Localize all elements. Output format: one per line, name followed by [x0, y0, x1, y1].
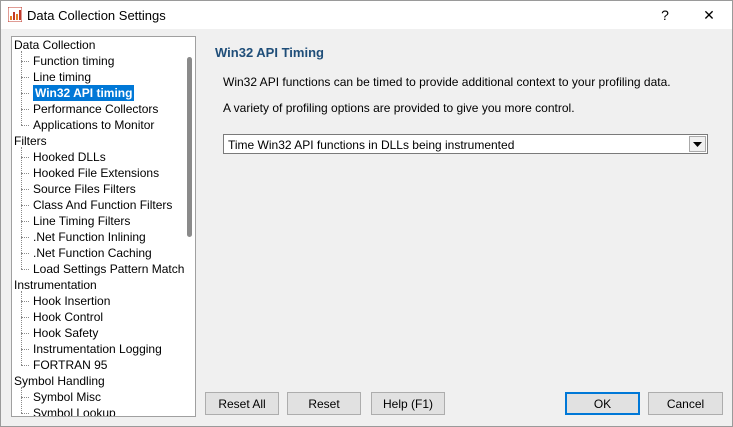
help-title-button[interactable]: ? [643, 1, 687, 29]
tree-item[interactable]: Hook Control [33, 309, 103, 325]
settings-tree[interactable]: Data Collection Function timing Line timin… [11, 36, 196, 417]
title-bar: Data Collection Settings ? ✕ [1, 1, 732, 29]
tree-connector [21, 269, 29, 270]
tree-item[interactable]: Source Files Filters [33, 181, 136, 197]
tree-connector [21, 413, 29, 414]
description-line-2: A variety of profiling options are provi… [223, 101, 575, 115]
tree-item[interactable]: Load Settings Pattern Match [33, 261, 184, 277]
dropdown-arrow-icon[interactable] [689, 136, 706, 152]
tree-item[interactable]: Hooked File Extensions [33, 165, 159, 181]
tree-connector [21, 349, 29, 350]
tree-item[interactable]: Symbol Misc [33, 389, 101, 405]
help-button[interactable]: Help (F1) [371, 392, 445, 415]
tree-item[interactable]: Applications to Monitor [33, 117, 154, 133]
tree-item[interactable]: FORTRAN 95 [33, 357, 107, 373]
tree-connector [21, 291, 22, 365]
section-title: Win32 API Timing [215, 45, 324, 60]
tree-connector [21, 173, 29, 174]
tree-connector [21, 317, 29, 318]
tree-connector [21, 147, 22, 269]
app-icon [8, 7, 22, 22]
tree-scrollbar-thumb[interactable] [187, 57, 192, 237]
timing-mode-select[interactable]: Time Win32 API functions in DLLs being i… [223, 134, 708, 154]
tree-item[interactable]: Class And Function Filters [33, 197, 172, 213]
tree-connector [21, 387, 22, 413]
tree-item[interactable]: Line Timing Filters [33, 213, 130, 229]
tree-item[interactable]: Hook Safety [33, 325, 98, 341]
reset-all-button[interactable]: Reset All [205, 392, 279, 415]
tree-category[interactable]: Symbol Handling [14, 373, 105, 389]
window-title: Data Collection Settings [27, 8, 166, 23]
tree-connector [21, 77, 29, 78]
tree-item[interactable]: Instrumentation Logging [33, 341, 162, 357]
tree-item[interactable]: Function timing [33, 53, 114, 69]
tree-connector [21, 51, 22, 125]
tree-connector [21, 397, 29, 398]
tree-connector [21, 125, 29, 126]
tree-connector [21, 205, 29, 206]
tree-connector [21, 333, 29, 334]
tree-item[interactable]: .Net Function Inlining [33, 229, 146, 245]
timing-mode-value: Time Win32 API functions in DLLs being i… [228, 138, 515, 152]
tree-item[interactable]: Hooked DLLs [33, 149, 106, 165]
tree-connector [21, 61, 29, 62]
tree-category[interactable]: Data Collection [14, 37, 95, 53]
tree-item[interactable]: Hook Insertion [33, 293, 110, 309]
cancel-button[interactable]: Cancel [648, 392, 723, 415]
tree-connector [21, 301, 29, 302]
tree-item[interactable]: Symbol Lookup [33, 405, 116, 416]
tree-connector [21, 365, 29, 366]
tree-item[interactable]: .Net Function Caching [33, 245, 152, 261]
tree-connector [21, 221, 29, 222]
reset-button[interactable]: Reset [287, 392, 361, 415]
tree-item[interactable]: Win32 API timing [33, 85, 135, 101]
tree-scrollbar[interactable] [184, 37, 195, 416]
dialog-window: Data Collection Settings ? ✕ Data Collec… [0, 0, 733, 427]
tree-connector [21, 237, 29, 238]
tree-item[interactable]: Line timing [33, 69, 91, 85]
tree-item[interactable]: Performance Collectors [33, 101, 158, 117]
tree-category[interactable]: Instrumentation [14, 277, 97, 293]
tree-connector [21, 109, 29, 110]
tree-connector [21, 189, 29, 190]
tree-category[interactable]: Filters [14, 133, 47, 149]
close-icon[interactable]: ✕ [687, 1, 731, 29]
ok-button[interactable]: OK [565, 392, 640, 415]
tree-connector [21, 93, 29, 94]
tree-connector [21, 253, 29, 254]
description-line-1: Win32 API functions can be timed to prov… [223, 75, 671, 89]
tree-connector [21, 157, 29, 158]
